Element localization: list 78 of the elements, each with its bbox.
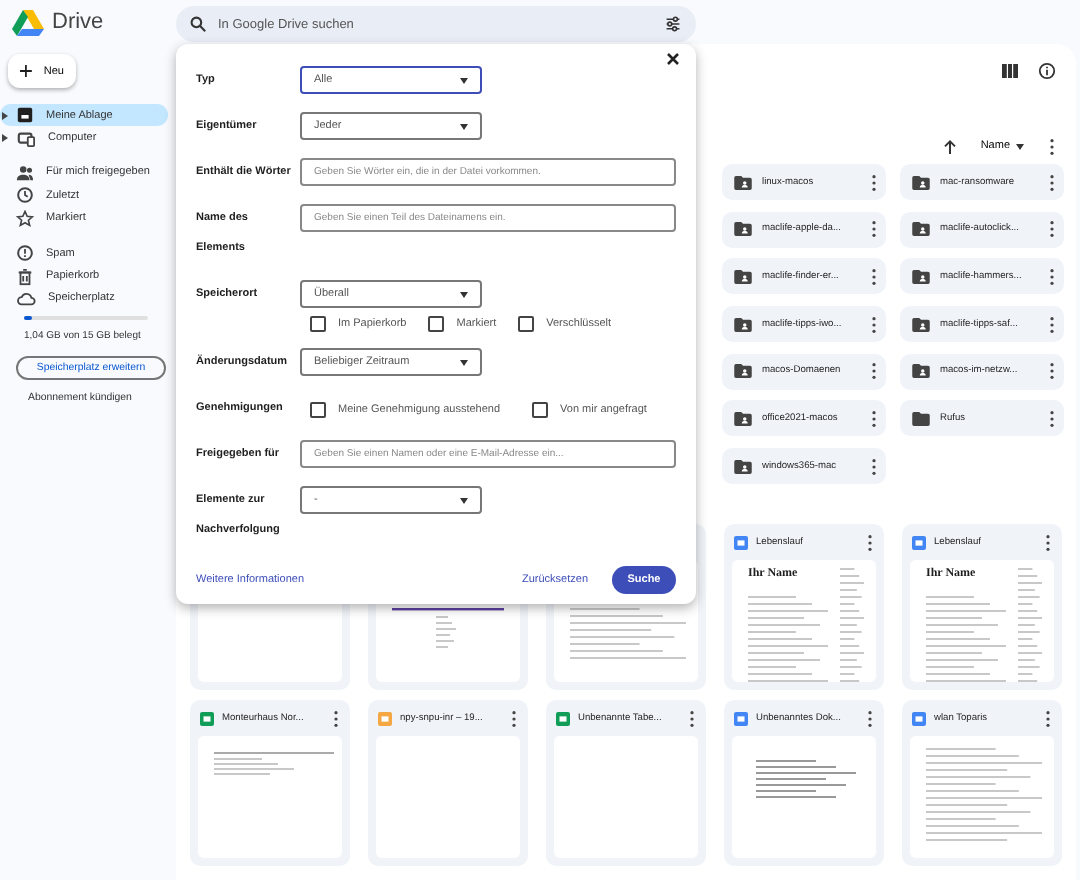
more-icon[interactable]: [870, 409, 878, 428]
shared-folder-icon: [734, 364, 752, 379]
more-icon[interactable]: [1048, 409, 1056, 428]
more-icon[interactable]: [1044, 709, 1052, 728]
more-icon[interactable]: [510, 709, 518, 728]
close-icon[interactable]: [666, 52, 680, 66]
more-icon[interactable]: [866, 709, 874, 728]
checkbox[interactable]: [428, 316, 445, 332]
shared-folder-icon: [734, 175, 752, 189]
more-icon[interactable]: [1048, 220, 1056, 239]
clock-icon: [16, 186, 34, 205]
more-icon[interactable]: [332, 709, 340, 728]
checkbox[interactable]: [532, 401, 549, 417]
checkbox[interactable]: [518, 316, 535, 332]
more-icon[interactable]: [1048, 173, 1056, 191]
more-icon[interactable]: [870, 220, 878, 239]
text-lines-drawing: [392, 608, 504, 649]
more-icon[interactable]: [870, 457, 878, 476]
text-lines-drawing: [570, 608, 686, 660]
presentation-file-icon: [378, 711, 392, 726]
text-lines-drawing: [926, 748, 1042, 842]
dropdown-arrow-icon: [460, 77, 468, 83]
dropdown-arrow-icon: [460, 123, 468, 129]
warning-icon: [16, 244, 34, 263]
shared-folder-icon: [734, 317, 752, 332]
shared-folder-icon: [912, 222, 930, 237]
caret-icon: [1016, 143, 1024, 149]
arrow-up-icon[interactable]: [944, 139, 957, 153]
shared-folder-icon: [912, 175, 930, 189]
filter-icon[interactable]: [664, 16, 682, 32]
shared-folder-icon: [912, 364, 930, 379]
more-icon[interactable]: [1048, 267, 1056, 286]
shared-folder-icon: [912, 317, 930, 332]
document-file-icon: [912, 711, 926, 726]
more-icon[interactable]: [688, 709, 696, 728]
document-file-icon: [734, 535, 748, 550]
folder-icon: [912, 411, 930, 426]
info-icon[interactable]: [1038, 61, 1056, 79]
shared-folder-icon: [734, 269, 752, 284]
shared-folder-icon: [734, 222, 752, 237]
checkbox[interactable]: [310, 316, 326, 332]
document-file-icon: [912, 535, 926, 550]
dropdown-arrow-icon: [460, 291, 468, 297]
plus-icon: [20, 64, 32, 78]
more-icon[interactable]: [1048, 362, 1056, 381]
more-icon[interactable]: [1048, 137, 1056, 155]
more-icon[interactable]: [870, 173, 878, 191]
text-lines-drawing: [926, 568, 1042, 683]
dropdown-arrow-icon: [460, 497, 468, 503]
more-icon[interactable]: [866, 533, 874, 552]
trash-icon: [16, 267, 34, 286]
checkbox[interactable]: [310, 401, 326, 417]
shared-folder-icon: [734, 459, 752, 474]
document-file-icon: [734, 711, 748, 726]
text-lines-drawing: [214, 752, 334, 776]
more-icon[interactable]: [1044, 533, 1052, 552]
computer-icon: [16, 129, 36, 148]
shared-folder-icon: [734, 411, 752, 426]
more-icon[interactable]: [1048, 315, 1056, 334]
caret-icon[interactable]: [1, 111, 7, 120]
search-icon: [190, 16, 206, 32]
app-name: Drive: [52, 10, 104, 34]
more-icon[interactable]: [870, 267, 878, 286]
drive-logo-icon: [12, 9, 44, 35]
spreadsheet-file-icon: [200, 711, 214, 726]
star-icon: [16, 209, 34, 228]
shared-folder-icon: [912, 269, 930, 284]
text-lines-drawing: [756, 760, 856, 799]
cloud-icon: [16, 289, 36, 308]
people-icon: [16, 163, 34, 182]
details-icon[interactable]: [1002, 63, 1018, 77]
dropdown-arrow-icon: [460, 359, 468, 365]
more-icon[interactable]: [870, 315, 878, 334]
drive-icon: [16, 106, 34, 125]
more-icon[interactable]: [870, 362, 878, 381]
caret-icon[interactable]: [1, 134, 7, 143]
spreadsheet-file-icon: [556, 711, 570, 726]
text-lines-drawing: [748, 568, 864, 683]
